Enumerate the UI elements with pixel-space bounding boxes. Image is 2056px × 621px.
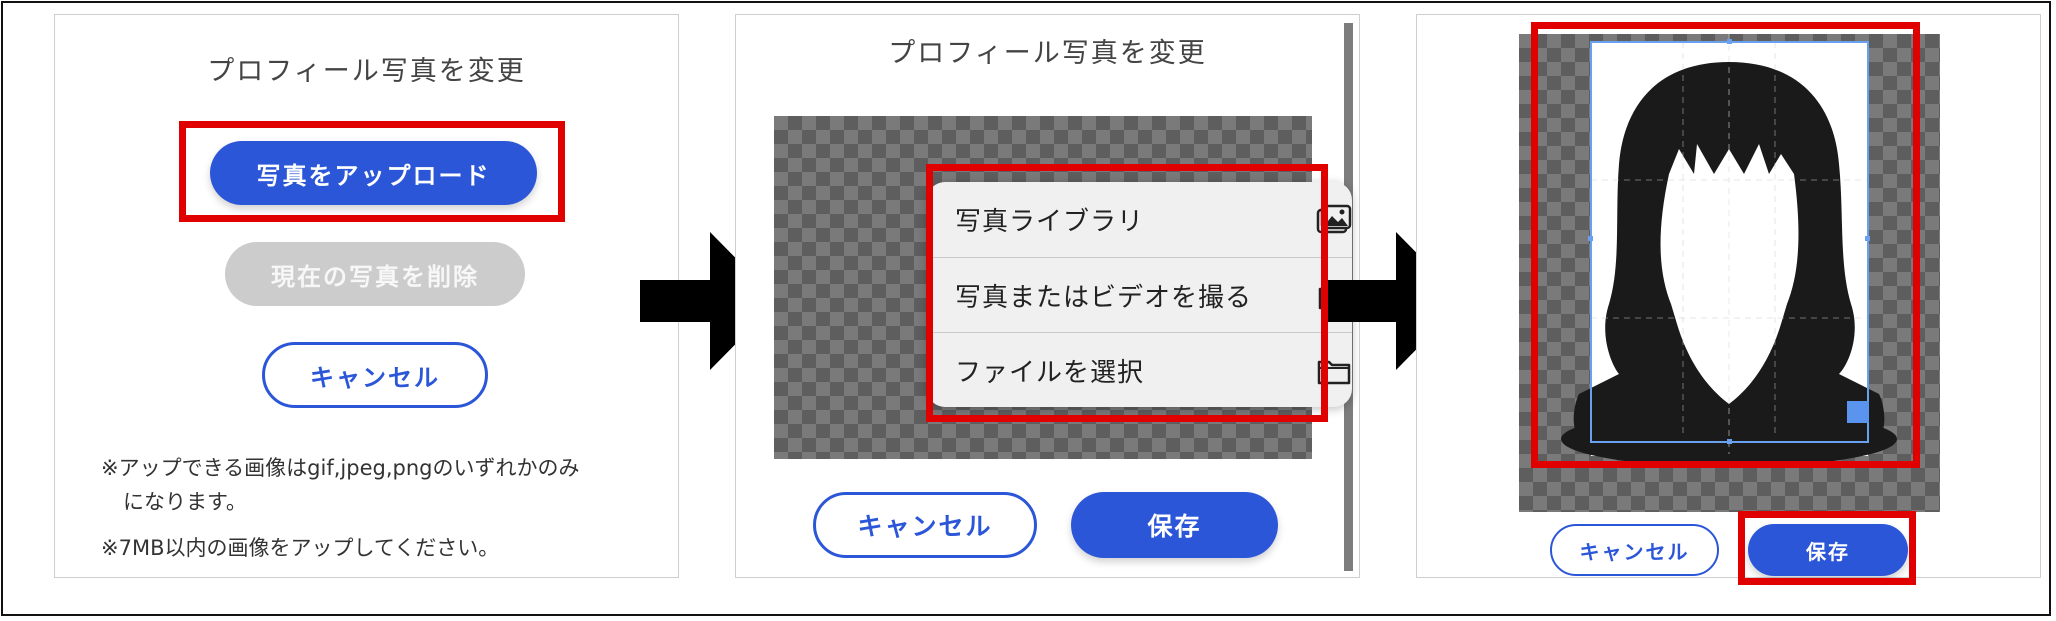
menu-item-label: ファイルを選択 [955, 357, 1145, 388]
upload-photo-button[interactable]: 写真をアップロード [210, 141, 537, 205]
profile-photo-dialog-source-menu: プロフィール写真を変更 写真ライブラリ 写真またはビデオを撮る ファイルを選択 [735, 14, 1360, 578]
profile-silhouette-image [1561, 34, 1897, 467]
format-note: ※アップできる画像はgif,jpeg,pngのいずれかのみ になります。 [101, 451, 579, 519]
photo-crop-editor: キャンセル 保存 [1416, 14, 2041, 578]
delete-current-photo-button: 現在の写真を削除 [225, 242, 525, 306]
size-note: ※7MB以内の画像をアップしてください。 [101, 536, 500, 560]
dialog-title: プロフィール写真を変更 [888, 38, 1207, 69]
cancel-button[interactable]: キャンセル [262, 342, 488, 408]
cancel-button[interactable]: キャンセル [813, 492, 1037, 558]
menu-item-photo-library[interactable]: 写真ライブラリ [927, 182, 1352, 257]
cancel-button[interactable]: キャンセル [1550, 524, 1719, 576]
photo-source-menu: 写真ライブラリ 写真またはビデオを撮る ファイルを選択 [927, 182, 1352, 407]
profile-photo-dialog-initial: プロフィール写真を変更 写真をアップロード 現在の写真を削除 キャンセル ※アッ… [54, 14, 679, 578]
dialog-title: プロフィール写真を変更 [207, 56, 526, 87]
save-button[interactable]: 保存 [1748, 524, 1908, 576]
menu-item-take-photo-or-video[interactable]: 写真またはビデオを撮る [927, 257, 1352, 332]
crop-resize-handle[interactable] [1847, 401, 1869, 423]
format-note-line1: ※アップできる画像はgif,jpeg,pngのいずれかのみ [101, 456, 580, 480]
menu-item-label: 写真またはビデオを撮る [955, 282, 1253, 313]
format-note-line2: になります。 [123, 490, 247, 514]
menu-item-label: 写真ライブラリ [955, 207, 1145, 237]
menu-item-choose-file[interactable]: ファイルを選択 [927, 332, 1352, 407]
save-button[interactable]: 保存 [1071, 492, 1278, 558]
